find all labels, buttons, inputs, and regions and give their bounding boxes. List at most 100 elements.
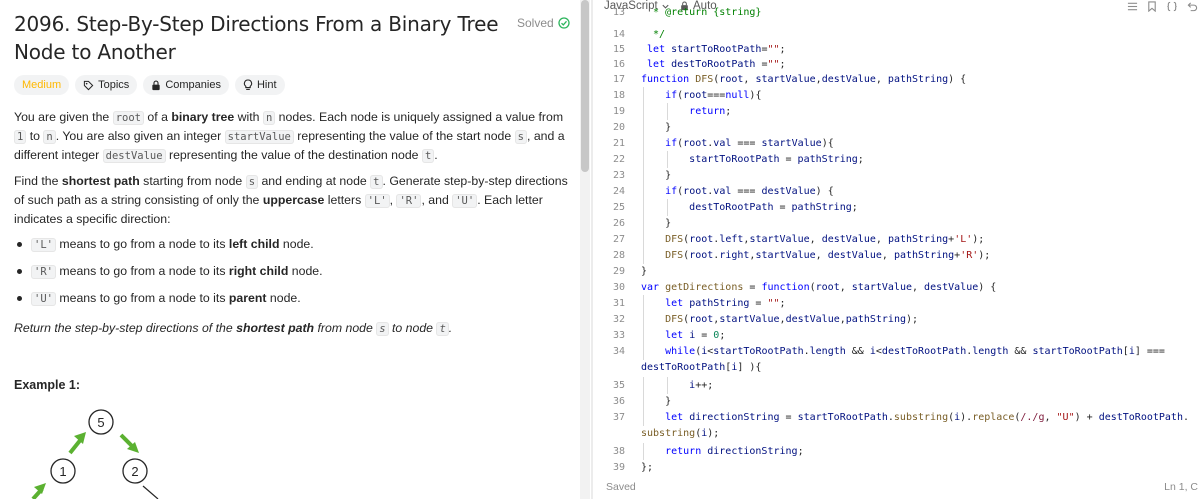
example-label: Example 1: [14,378,81,392]
code-text: } [641,122,672,133]
list-item-text: 'L' means to go from a node to its left … [31,235,314,254]
line-number: 38 [612,446,625,457]
line-number: 25 [612,202,625,213]
tree-node-label: 5 [97,415,104,430]
code-line: 18 if(root===null){ [594,87,1200,104]
code-text: if(root.val === startValue){ [665,138,834,149]
code-text: DFS(root.right,startValue, destValue, pa… [665,250,991,261]
lock-icon [152,80,160,90]
code-text: i++; [689,380,714,391]
code-line: 39}; [594,459,1200,476]
code-line: 20 } [594,119,1200,136]
hint-label: Hint [256,79,277,91]
tag-icon [83,80,94,90]
hint-button[interactable]: Hint [234,75,285,95]
code-line: 35 i++; [594,377,1200,394]
list-item-text: 'U' means to go from a node to its paren… [31,289,301,308]
code-text: substring(i); [641,428,720,439]
code-line: 26 } [594,215,1200,232]
list-item: 'L' means to go from a node to its left … [14,235,314,254]
code-text: return; [689,106,732,117]
companies-button[interactable]: Companies [143,75,229,95]
line-number: 23 [612,170,625,181]
code-text: let directionString = startToRootPath.su… [665,412,1190,423]
arrow-up-left-icon [31,483,46,499]
line-number: 21 [612,138,625,149]
desc-text: You are given the root of a binary tree … [14,110,565,163]
code-text: } [641,170,672,181]
tree-node: 1 [50,458,76,484]
scrollbar-thumb[interactable] [581,0,589,172]
code-line: 21 if(root.val === startValue){ [594,135,1200,152]
tag-row: Medium Topics Companies Hint [14,75,285,95]
code-line-wrap: destToRootPath[i] ){ [594,359,1200,376]
tree-node: 5 [88,409,114,435]
list-item-text: 'R' means to go from a node to its right… [31,262,323,281]
line-number: 29 [612,266,625,277]
topics-label: Topics [98,79,130,91]
code-line: 29} [594,263,1200,280]
line-number: 22 [612,154,625,165]
code-text: destToRootPath = pathString; [689,202,858,213]
code-editor-panel: JavaScript Auto 13 * @return {string} 14… [594,0,1200,499]
solved-label: Solved [517,16,554,30]
check-circle-icon [558,17,570,29]
desc-text: Return the step-by-step directions of th… [14,321,453,336]
example-tree-diagram: 5 1 2 [31,409,159,499]
line-number: 39 [612,462,625,473]
code-text: var getDirections = function(root, start… [641,282,997,293]
desc-text: Find the shortest path starting from nod… [14,174,568,226]
code-text: destToRootPath[i] ){ [641,362,762,373]
code-text: DFS(root.left,startValue, destValue, pat… [665,234,985,245]
code-line: 32 DFS(root,startValue,destValue,pathStr… [594,311,1200,328]
description-paragraph-2: Find the shortest path starting from nod… [14,172,574,228]
companies-label: Companies [165,79,221,91]
line-number: 19 [612,106,625,117]
code-text: if(root.val === destValue) { [665,186,834,197]
code-line: 34 while(i<startToRootPath.length && i<d… [594,343,1200,360]
line-number: 27 [612,234,625,245]
code-line: 24 if(root.val === destValue) { [594,183,1200,200]
code-text: while(i<startToRootPath.length && i<dest… [665,346,1165,357]
code-text: }; [641,462,654,473]
save-status: Saved [606,481,636,493]
code-text: startToRootPath = pathString; [689,154,864,165]
code-line: 37 let directionString = startToRootPath… [594,409,1200,426]
list-item: 'R' means to go from a node to its right… [14,262,323,281]
code-line: 17 function DFS(root, startValue,destValu… [594,71,1200,88]
cursor-position: Ln 1, C [1164,481,1198,493]
problem-description-panel: 2096. Step-By-Step Directions From a Bin… [0,0,580,499]
arrow-up-left-icon [68,432,86,455]
code-text: } [641,396,672,407]
code-line: 30 var getDirections = function(root, sta… [594,279,1200,296]
code-text: } [641,266,648,277]
tree-node-label: 2 [131,464,138,479]
code-line-wrap: substring(i); [594,425,1200,442]
code-line: 25 destToRootPath = pathString; [594,199,1200,216]
description-scrollbar[interactable] [580,0,590,499]
line-number: 37 [612,412,625,423]
code-line: 22 startToRootPath = pathString; [594,151,1200,168]
solved-status: Solved [517,16,570,30]
line-number: 35 [612,380,625,391]
difficulty-badge: Medium [14,75,70,95]
description-return: Return the step-by-step directions of th… [14,319,574,338]
topics-button[interactable]: Topics [75,75,138,95]
bulb-icon [243,79,253,90]
code-text: let pathString = ""; [665,298,786,309]
code-text: return directionString; [665,446,804,457]
code-line: 19 return; [594,103,1200,120]
line-number: 26 [612,218,625,229]
line-number: 30 [612,282,625,293]
code-text: } [641,218,672,229]
arrow-down-right-icon [119,433,139,453]
difficulty-label: Medium [22,79,62,91]
line-number: 34 [612,346,625,357]
line-number: 31 [612,298,625,309]
code-line: 31 let pathString = ""; [594,295,1200,312]
panel-divider[interactable] [591,0,593,499]
line-number: 20 [612,122,625,133]
tree-node-label: 1 [59,464,66,479]
line-number: 13 [612,7,625,18]
line-number: 32 [612,314,625,325]
